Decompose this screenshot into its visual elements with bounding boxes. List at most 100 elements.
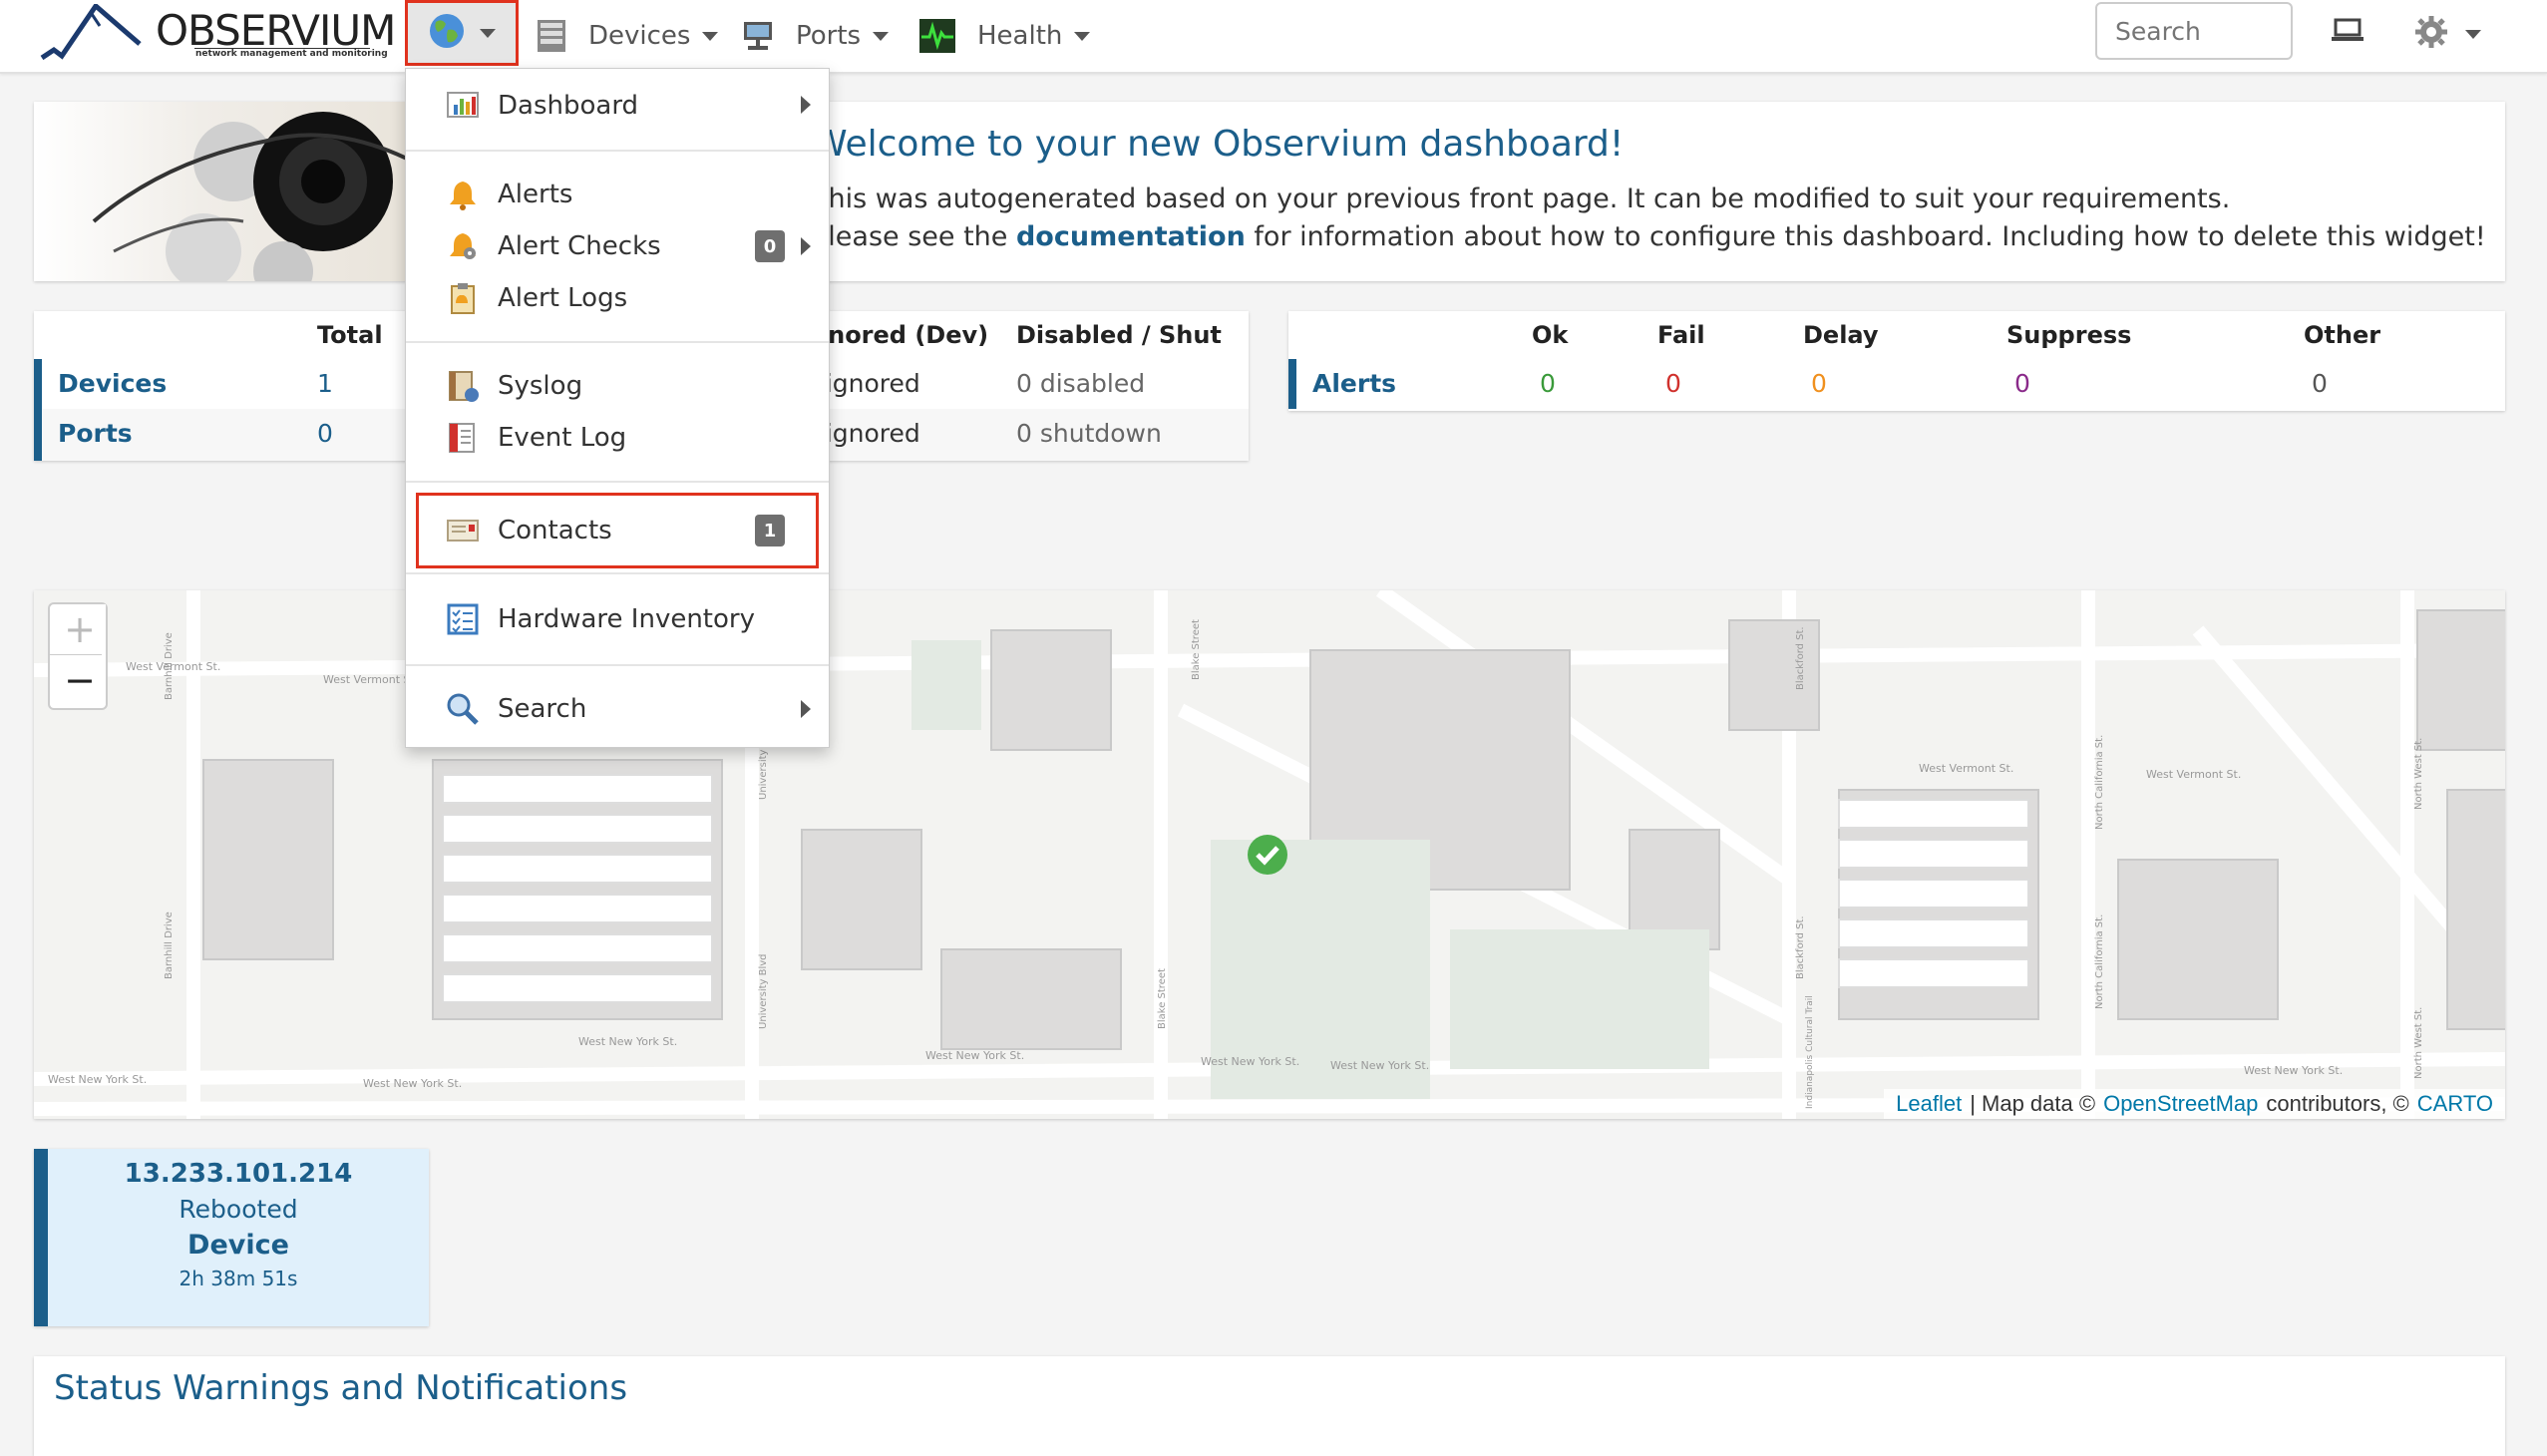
menu-divider (406, 664, 829, 666)
map-street-label: Blackford St. (1795, 915, 1806, 979)
map-street-label: West New York St. (2244, 1064, 2344, 1077)
map-street-label: North California St. (2094, 913, 2105, 1009)
map-street-label: Barnhill Drive (164, 632, 175, 700)
top-navbar: OBSERVIUM network management and monitor… (0, 0, 2547, 74)
menu-item-search[interactable]: Search (446, 683, 586, 735)
globe-menu-button[interactable] (405, 0, 519, 66)
menu-item-dashboard[interactable]: Dashboard (446, 80, 638, 132)
welcome-line-2-prefix: Please see the (812, 221, 1008, 252)
chevron-down-icon (702, 31, 719, 41)
alerts-link[interactable]: Alerts (1312, 369, 1396, 398)
menu-item-event-log[interactable]: Event Log (446, 412, 626, 464)
logo-subtitle: network management and monitoring (195, 49, 388, 59)
col-header-disabled: Disabled / Shut (1016, 321, 1222, 349)
nav-ports[interactable]: Ports (742, 14, 890, 58)
zoom-out-button[interactable]: − (54, 655, 106, 705)
devices-disabled: 0 disabled (1016, 369, 1146, 398)
nav-devices[interactable]: Devices (537, 14, 719, 58)
alerts-delay-count: 0 (1811, 369, 1827, 398)
col-header-total: Total (317, 321, 383, 349)
magnifier-icon (446, 692, 480, 726)
map-street-label: West New York St. (1330, 1059, 1430, 1072)
map-street-label: Blackford St. (1795, 626, 1806, 690)
globe-dropdown-menu: Dashboard Alerts Alert Checks 0 Alert Lo… (405, 68, 830, 748)
ports-total[interactable]: 0 (317, 419, 333, 448)
chevron-right-icon (801, 96, 811, 114)
alerts-fail-count: 0 (1665, 369, 1681, 398)
col-header-other: Other (2304, 321, 2381, 349)
menu-divider (406, 572, 829, 574)
bell-icon (446, 178, 480, 211)
chart-icon (446, 89, 480, 123)
col-header-ok: Ok (1532, 321, 1569, 349)
openstreetmap-link[interactable]: OpenStreetMap (2103, 1091, 2258, 1117)
syslog-icon (446, 369, 480, 403)
map-street-label: Barnhill Drive (164, 911, 175, 979)
map-street-label: West Vermont St. (1919, 762, 2014, 775)
device-status: Rebooted (179, 1195, 298, 1224)
server-icon (537, 19, 566, 53)
map-street-label: West New York St. (48, 1073, 148, 1086)
status-warnings-panel: Status Warnings and Notifications (34, 1356, 2505, 1456)
leaflet-link[interactable]: Leaflet (1896, 1091, 1962, 1117)
col-header-fail: Fail (1657, 321, 1705, 349)
nav-devices-label: Devices (588, 21, 691, 51)
col-header-ignored: Ignored (Dev) (802, 321, 989, 349)
menu-item-contacts[interactable]: Contacts (446, 505, 612, 556)
network-port-icon (742, 20, 774, 52)
menu-item-alerts[interactable]: Alerts (446, 169, 572, 220)
col-header-suppress: Suppress (2006, 321, 2132, 349)
attribution-text: contributors, © (2266, 1091, 2409, 1116)
menu-item-alert-logs[interactable]: Alert Logs (446, 272, 627, 324)
contact-card-icon (446, 514, 480, 547)
ports-link[interactable]: Ports (58, 419, 133, 448)
zoom-in-button[interactable]: + (54, 604, 106, 654)
alerts-suppress-count: 0 (2014, 369, 2030, 398)
alerts-summary-panel: Ok Fail Delay Suppress Other Alerts 0 0 … (1288, 311, 2505, 411)
gear-icon (2413, 14, 2449, 54)
welcome-banner-image (34, 102, 453, 281)
alert-checks-count-badge: 0 (755, 230, 785, 262)
contacts-count-badge: 1 (755, 515, 785, 546)
device-status-marker[interactable] (1247, 834, 1288, 876)
heartbeat-icon (919, 19, 955, 53)
device-uptime: 2h 38m 51s (179, 1267, 298, 1290)
menu-item-label: Syslog (498, 371, 583, 401)
settings-menu-button[interactable] (2413, 16, 2493, 52)
device-ip[interactable]: 13.233.101.214 (48, 1159, 429, 1189)
menu-item-syslog[interactable]: Syslog (446, 360, 582, 412)
observium-logo-icon[interactable] (40, 2, 160, 62)
chevron-down-icon (480, 28, 496, 38)
chevron-right-icon (801, 237, 811, 255)
devices-total[interactable]: 1 (317, 369, 333, 398)
map-street-label: West New York St. (578, 1035, 678, 1048)
documentation-link[interactable]: documentation (1016, 221, 1246, 252)
laptop-icon[interactable] (2332, 18, 2364, 42)
menu-item-label: Contacts (498, 516, 612, 546)
welcome-line-1: This was autogenerated based on your pre… (812, 183, 2231, 214)
clipboard-icon (446, 281, 480, 315)
map-attribution: Leaflet | Map data © OpenStreetMap contr… (1884, 1089, 2505, 1119)
nav-health-label: Health (977, 21, 1063, 51)
search-input[interactable] (2095, 2, 2293, 60)
map-street-label: West New York St. (1201, 1055, 1300, 1068)
device-status-card[interactable]: 13.233.101.214 Rebooted Device 2h 38m 51… (34, 1149, 429, 1326)
devices-link[interactable]: Devices (58, 369, 167, 398)
ports-shutdown: 0 shutdown (1016, 419, 1162, 448)
menu-item-hardware-inventory[interactable]: Hardware Inventory (446, 593, 755, 645)
map-street-label: Blake Street (1191, 619, 1202, 680)
map-street-label: North West St. (2413, 1006, 2424, 1079)
menu-item-alert-checks[interactable]: Alert Checks (446, 220, 661, 272)
map-street-label: North West St. (2413, 737, 2424, 810)
menu-item-label: Event Log (498, 423, 627, 453)
nav-health[interactable]: Health (919, 14, 1091, 58)
map-street-label: North California St. (2094, 734, 2105, 830)
map-street-label: Indianapolis Cultural Trail (1805, 995, 1815, 1109)
carto-link[interactable]: CARTO (2417, 1091, 2493, 1117)
globe-icon (428, 12, 466, 54)
map-street-label: West New York St. (925, 1049, 1025, 1062)
chevron-down-icon (873, 31, 890, 41)
check-circle-icon (1247, 835, 1288, 880)
map-street-label: Blake Street (1157, 968, 1168, 1029)
map-street-label: University Blvd (758, 953, 769, 1029)
